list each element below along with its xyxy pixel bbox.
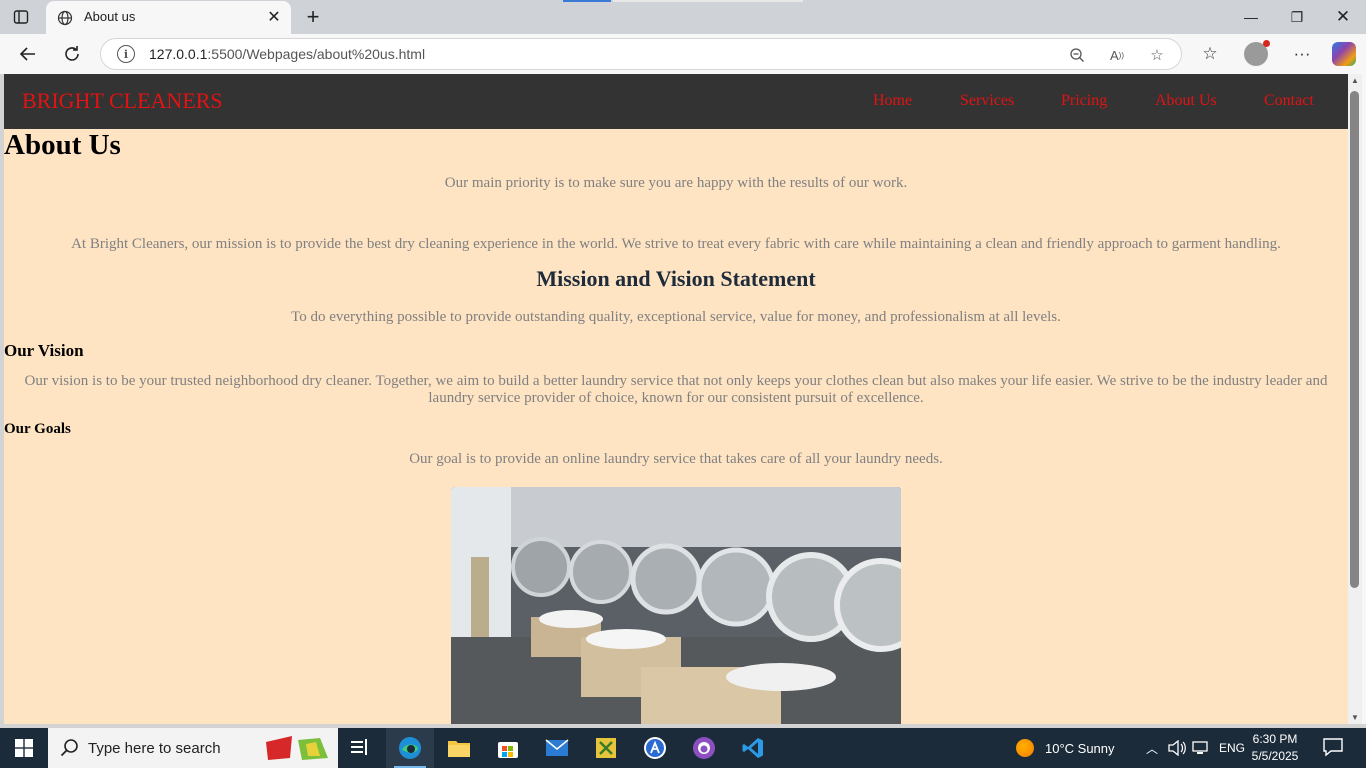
nav-link-about-us[interactable]: About Us	[1155, 92, 1217, 110]
nav-link-pricing[interactable]: Pricing	[1061, 92, 1107, 110]
tab-title: About us	[84, 9, 136, 24]
volume-icon[interactable]	[1168, 728, 1186, 768]
file-explorer-icon[interactable]	[435, 728, 483, 768]
more-options-icon[interactable]: ···	[1290, 42, 1314, 66]
close-tab-icon[interactable]: ✕	[265, 8, 283, 26]
taskbar-search-box[interactable]: Type here to search	[48, 728, 338, 768]
scrollbar-thumb[interactable]	[1350, 91, 1359, 588]
app-a-icon[interactable]	[631, 728, 679, 768]
window-close-icon[interactable]: ✕	[1330, 6, 1356, 28]
search-placeholder: Type here to search	[88, 740, 221, 757]
microsoft-store-icon[interactable]	[484, 728, 532, 768]
show-hidden-icons-icon[interactable]: ︿	[1146, 728, 1158, 768]
tab-actions-icon[interactable]	[12, 8, 30, 26]
site-navbar: BRIGHT CLEANERS Home Services Pricing Ab…	[4, 74, 1348, 129]
goals-text: Our goal is to provide an online laundry…	[409, 451, 943, 467]
snipping-tool-icon[interactable]	[582, 728, 630, 768]
task-view-icon[interactable]	[336, 728, 384, 768]
goals-heading: Our Goals	[4, 421, 71, 437]
clock-time: 6:30 PM	[1252, 732, 1298, 746]
url-text: 127.0.0.1:5500/Webpages/about%20us.html	[149, 46, 426, 62]
favorite-star-icon[interactable]: ☆	[1147, 45, 1167, 65]
vision-text: Our vision is to be your trusted neighbo…	[24, 373, 1328, 406]
mission-paragraph: At Bright Cleaners, our mission is to pr…	[71, 236, 1281, 252]
weather-widget[interactable]: 10°C Sunny	[1016, 728, 1115, 768]
edge-browser-icon[interactable]	[386, 728, 434, 768]
clock-date: 5/5/2025	[1251, 749, 1299, 763]
new-tab-icon[interactable]: +	[302, 6, 324, 28]
windows-start-icon[interactable]	[0, 728, 48, 768]
page-title: About Us	[4, 129, 121, 161]
page-scrollbar[interactable]: ▲ ▼	[1348, 74, 1362, 724]
globe-icon	[56, 9, 74, 27]
browser-tab-active[interactable]: About us ✕	[46, 1, 291, 34]
favorites-icon[interactable]: ☆	[1198, 42, 1222, 66]
intro-text: Our main priority is to make sure you ar…	[444, 175, 908, 191]
taskbar-clock[interactable]: 6:30 PM 5/5/2025	[1240, 731, 1310, 765]
search-icon	[60, 738, 80, 758]
profile-avatar[interactable]	[1244, 40, 1270, 66]
mission-statement: To do everything possible to provide out…	[291, 309, 1061, 325]
weather-text: 10°C Sunny	[1045, 740, 1115, 756]
scroll-up-icon[interactable]: ▲	[1351, 76, 1359, 85]
zoom-out-icon[interactable]	[1067, 45, 1087, 65]
tab-loading-indicator	[563, 0, 611, 2]
restore-icon[interactable]: ❐	[1284, 6, 1310, 28]
window-edge	[1362, 74, 1366, 724]
search-highlight-icon	[262, 732, 334, 764]
notification-icon[interactable]	[1322, 736, 1346, 760]
scroll-down-icon[interactable]: ▼	[1351, 713, 1359, 722]
tab-loading-track	[613, 0, 803, 2]
nav-link-home[interactable]: Home	[873, 92, 912, 110]
network-icon[interactable]	[1192, 728, 1210, 768]
laundry-facility-image	[451, 487, 901, 724]
mail-icon[interactable]	[533, 728, 581, 768]
minimize-icon[interactable]: —	[1238, 6, 1264, 28]
address-bar[interactable]: i 127.0.0.1:5500/Webpages/about%20us.htm…	[100, 38, 1182, 70]
page-viewport: BRIGHT CLEANERS Home Services Pricing Ab…	[4, 74, 1348, 724]
nav-link-services[interactable]: Services	[960, 92, 1014, 110]
back-arrow-icon[interactable]	[16, 42, 40, 66]
windows-taskbar: Type here to search 10°C Sunny ︿ ENG 6:3…	[0, 728, 1366, 768]
site-info-icon[interactable]: i	[117, 45, 135, 63]
nav-link-contact[interactable]: Contact	[1264, 92, 1314, 110]
read-aloud-icon[interactable]: A))	[1107, 45, 1127, 65]
browser-tab-bar: About us ✕ + — ❐ ✕	[0, 0, 1366, 34]
github-desktop-icon[interactable]	[680, 728, 728, 768]
vscode-icon[interactable]	[729, 728, 777, 768]
vision-heading: Our Vision	[4, 341, 84, 360]
copilot-icon[interactable]	[1332, 42, 1356, 66]
mission-heading: Mission and Vision Statement	[536, 266, 816, 291]
brand-logo[interactable]: BRIGHT CLEANERS	[22, 88, 223, 114]
browser-toolbar: i 127.0.0.1:5500/Webpages/about%20us.htm…	[0, 34, 1366, 74]
sunny-weather-icon	[1016, 739, 1034, 757]
refresh-icon[interactable]	[60, 42, 84, 66]
